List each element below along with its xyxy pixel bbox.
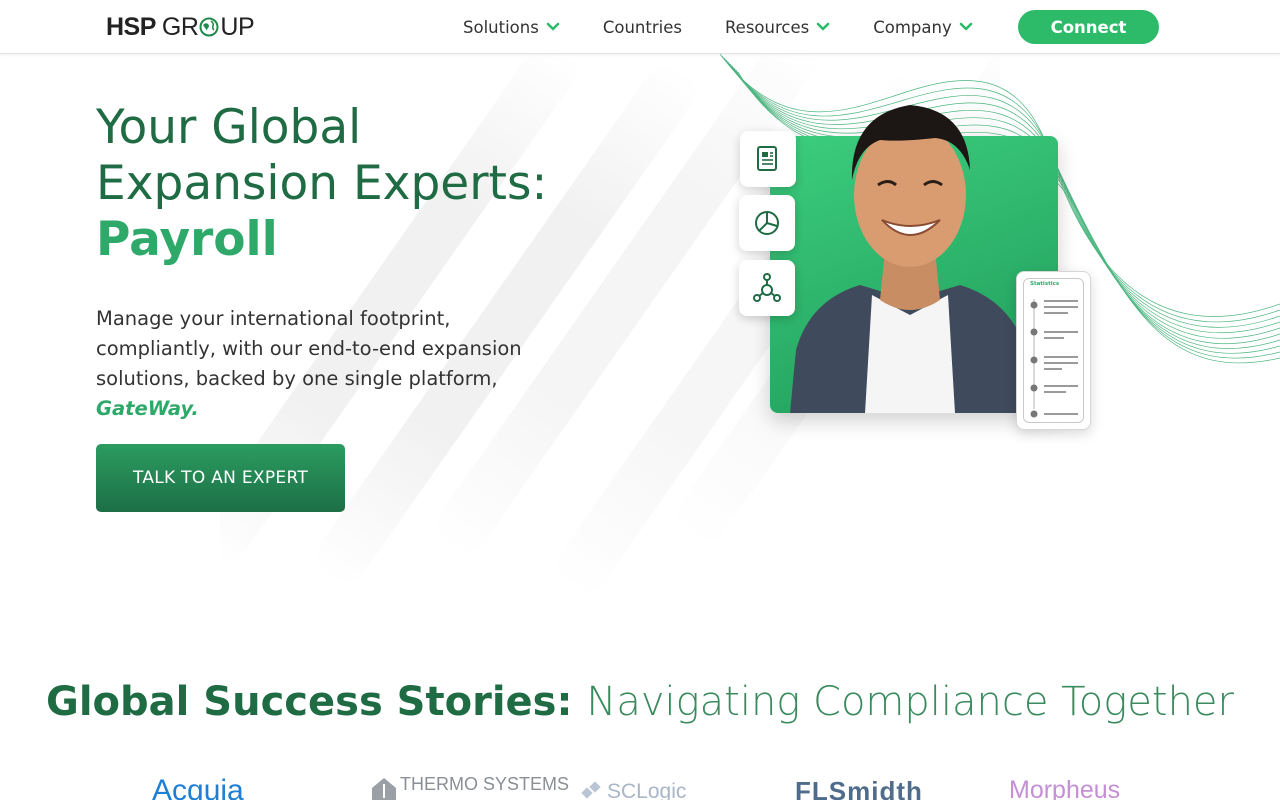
nav-countries[interactable]: Countries bbox=[603, 18, 682, 37]
logo-text-hsp: HSP bbox=[106, 12, 156, 41]
chevron-down-icon bbox=[959, 22, 973, 31]
statistics-card-inner: Statistics bbox=[1023, 278, 1084, 423]
hero-title-line-1: Your Global bbox=[96, 100, 362, 155]
client-logo-acquia: Acquia bbox=[152, 774, 244, 800]
sclogic-mark-icon bbox=[581, 781, 601, 799]
nav-solutions-label: Solutions bbox=[463, 17, 539, 37]
success-stories-title-light: Navigating Compliance Together bbox=[586, 679, 1234, 725]
hero-title-line-2: Expansion Experts: bbox=[96, 156, 548, 211]
nav-company[interactable]: Company bbox=[873, 18, 973, 37]
statistics-list-graphic bbox=[1030, 299, 1078, 418]
talk-to-expert-button[interactable]: TALK TO AN EXPERT bbox=[96, 444, 345, 512]
client-logo-morpheus-text: Morpheus bbox=[1009, 776, 1121, 800]
smiling-man-photo bbox=[790, 105, 1030, 413]
client-logo-acquia-text: Acquia bbox=[152, 774, 244, 800]
hero-description-text: Manage your international footprint, com… bbox=[96, 307, 522, 390]
client-logo-morpheus: Morpheus bbox=[1009, 776, 1120, 800]
client-logo-thermo-systems: THERMO SYSTEMS bbox=[370, 774, 570, 800]
client-logo-flsmidth-text: FLSmidth bbox=[795, 776, 923, 800]
statistics-card: Statistics bbox=[1016, 271, 1091, 430]
hero-description: Manage your international footprint, com… bbox=[96, 304, 566, 424]
pie-chart-icon bbox=[755, 211, 779, 235]
site-header: HSP GR UP Solutions Countries Resources … bbox=[0, 0, 1280, 54]
hsp-group-logo[interactable]: HSP GR UP bbox=[106, 12, 255, 42]
nav-countries-label: Countries bbox=[602, 17, 682, 37]
nav-solutions[interactable]: Solutions bbox=[463, 18, 560, 37]
network-lock-icon bbox=[753, 273, 781, 302]
network-icon-tile bbox=[739, 260, 795, 316]
nav-resources[interactable]: Resources bbox=[725, 18, 830, 37]
thermo-house-icon bbox=[372, 778, 396, 800]
main-nav: Solutions Countries Resources Company bbox=[463, 0, 1016, 54]
chevron-down-icon bbox=[816, 22, 830, 31]
client-logo-flsmidth: FLSmidth bbox=[795, 776, 923, 800]
globe-icon bbox=[199, 17, 219, 37]
client-logo-thermo-text: THERMO SYSTEMS bbox=[400, 774, 570, 794]
client-logo-sclogic-text: SCLogic bbox=[607, 780, 687, 800]
client-logo-sclogic: SCLogic bbox=[581, 780, 686, 800]
nav-resources-label: Resources bbox=[724, 17, 810, 37]
success-stories-title: Global Success Stories: Navigating Compl… bbox=[0, 674, 1280, 730]
logo-text-group: GR UP bbox=[161, 12, 255, 42]
logo-text-gr: GR bbox=[161, 12, 199, 41]
chevron-down-icon bbox=[546, 22, 560, 31]
hero-title-accent: Payroll bbox=[96, 212, 278, 267]
success-stories-title-strong: Global Success Stories: bbox=[46, 679, 573, 725]
document-icon bbox=[757, 146, 777, 171]
client-logos-row: Acquia THERMO SYSTEMS SCLogic FLSmidth M… bbox=[0, 772, 1280, 800]
nav-company-label: Company bbox=[873, 17, 952, 37]
logo-text-up: UP bbox=[220, 12, 255, 41]
pie-chart-icon-tile bbox=[739, 195, 795, 251]
gateway-brand-link[interactable]: GateWay. bbox=[96, 397, 199, 420]
document-icon-tile bbox=[740, 131, 796, 187]
connect-button[interactable]: Connect bbox=[1018, 10, 1159, 44]
hero-title: Your Global Expansion Experts: Payroll bbox=[96, 100, 656, 268]
